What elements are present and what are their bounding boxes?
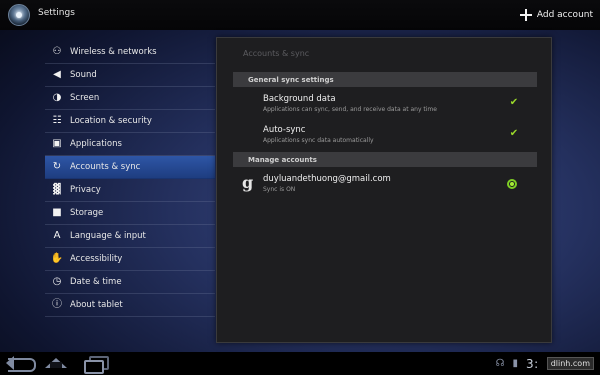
account-sync-status: Sync is ON [263,186,296,193]
menu-item-label: Wireless & networks [70,47,157,57]
add-account-label: Add account [536,10,593,20]
menu-item-about-tablet[interactable]: ⓘ About tablet [45,294,215,317]
speaker-icon: ◀ [53,69,61,80]
sync-arrows-icon: ↻ [52,161,62,172]
menu-item-label: Location & security [70,116,152,126]
grid-lock-icon: ☷ [52,115,62,126]
menu-item-storage[interactable]: ■ Storage [45,202,215,225]
screen: Settings Add account ⚇ Wireless & networ… [0,0,600,375]
menu-item-privacy[interactable]: ▓ Privacy [45,179,215,202]
menu-item-accounts-sync[interactable]: ↻ Accounts & sync [45,156,215,179]
menu-item-wireless-networks[interactable]: ⚇ Wireless & networks [45,41,215,64]
menu-item-label: Storage [70,208,104,218]
back-icon[interactable] [6,356,36,372]
menu-item-label: Screen [70,93,100,103]
google-icon: g [242,173,254,192]
menu-item-label: Sound [70,70,97,80]
menu-item-label: About tablet [70,300,123,310]
menu-item-date-time[interactable]: ◷ Date & time [45,271,215,294]
menu-item-label: Date & time [70,277,122,287]
menu-item-accessibility[interactable]: ✋ Accessibility [45,248,215,271]
menu-item-label: Accessibility [70,254,123,264]
home-icon[interactable] [45,356,67,371]
storage-icon: ■ [52,207,62,218]
manage-accounts-header: Manage accounts [233,152,537,167]
menu-item-label: Language & input [70,231,146,241]
menu-item-location-security[interactable]: ☷ Location & security [45,110,215,133]
language-icon: A [53,230,61,241]
system-bar: ☊ ▮ 3: dlinh.com [0,352,600,375]
menu-item-applications[interactable]: ▣ Applications [45,133,215,156]
background-data-subtitle: Applications can sync, send, and receive… [263,106,437,113]
hand-icon: ✋ [50,253,64,264]
background-data-title: Background data [263,94,336,104]
info-icon: ⓘ [52,299,62,310]
menu-item-screen[interactable]: ◑ Screen [45,87,215,110]
plus-icon [519,9,532,21]
menu-item-language-input[interactable]: A Language & input [45,225,215,248]
menu-item-label: Applications [70,139,122,149]
sync-on-indicator-icon [507,179,517,189]
menu-item-sound[interactable]: ◀ Sound [45,64,215,87]
watermark-text: dlinh.com [546,357,594,370]
auto-sync-checkbox[interactable]: ✔ [509,129,519,139]
background-data-setting[interactable]: Background data Applications can sync, s… [263,94,523,113]
settings-app-icon[interactable] [8,4,30,26]
battery-icon: ▮ [512,357,519,369]
settings-menu: ⚇ Wireless & networks ◀ Sound ◑ Screen ☷… [45,41,215,317]
status-area[interactable]: ☊ ▮ 3: dlinh.com [496,356,594,371]
general-sync-settings-header: General sync settings [233,72,537,87]
account-email: duyluandethuong@gmail.com [263,174,391,184]
action-bar: Settings Add account [0,0,600,30]
google-account-row[interactable]: duyluandethuong@gmail.com Sync is ON [263,174,523,193]
clock-icon: ◷ [52,276,62,287]
auto-sync-subtitle: Applications sync data automatically [263,137,374,144]
accounts-sync-panel: Accounts & sync General sync settings Ba… [216,37,552,343]
background-data-checkbox[interactable]: ✔ [509,98,519,108]
panel-title: Accounts & sync [243,49,310,58]
auto-sync-setting[interactable]: Auto-sync Applications sync data automat… [263,125,523,144]
add-account-button[interactable]: Add account [519,4,593,26]
apps-icon: ▣ [52,138,62,149]
headset-icon: ☊ [495,357,505,369]
auto-sync-title: Auto-sync [263,125,306,135]
clock: 3: [526,356,539,371]
menu-item-label: Privacy [70,185,101,195]
action-bar-title: Settings [38,8,75,18]
menu-item-label: Accounts & sync [70,162,141,172]
privacy-icon: ▓ [53,184,61,195]
brightness-icon: ◑ [52,92,62,103]
recent-apps-icon[interactable] [84,356,109,374]
wifi-icon: ⚇ [52,46,62,57]
